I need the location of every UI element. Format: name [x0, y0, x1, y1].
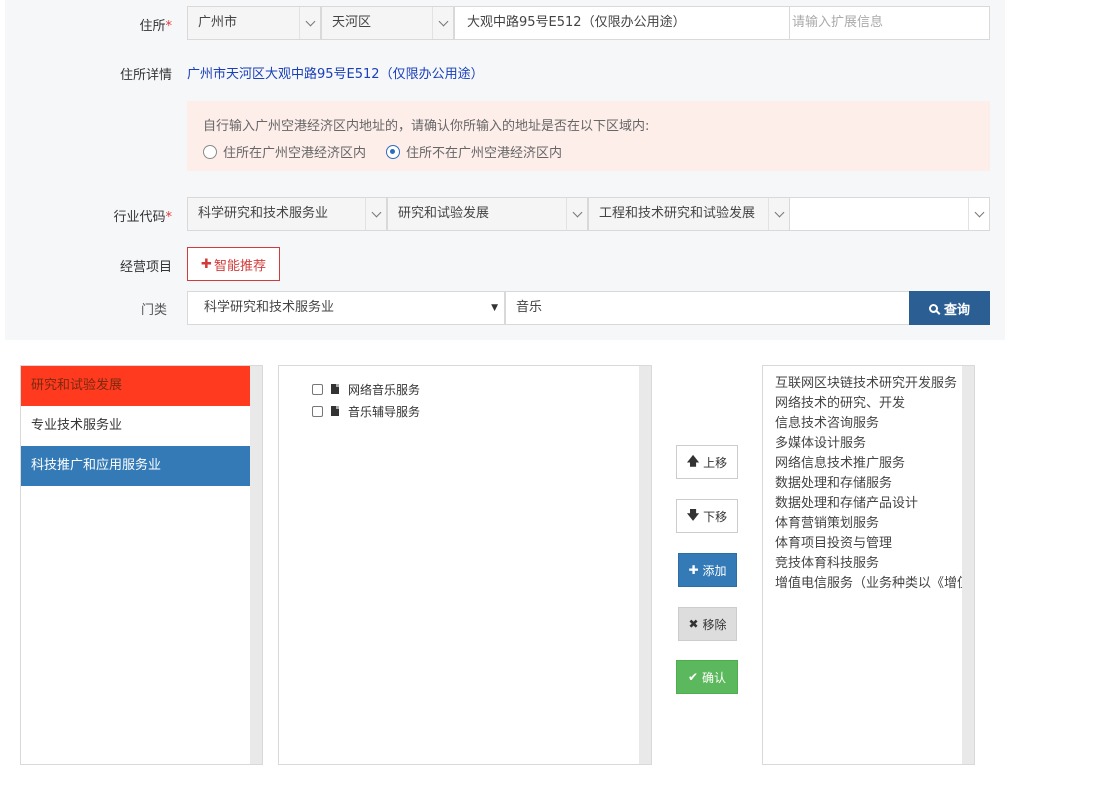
chevron-down-icon [365, 198, 386, 230]
district-select[interactable]: 天河区 [321, 6, 454, 40]
category-select[interactable]: 科学研究和技术服务业 ▼ [187, 291, 505, 325]
keyword-input[interactable]: 音乐 [505, 291, 910, 325]
add-button[interactable]: ✚ 添加 [678, 553, 737, 587]
airport-zone-notice: 自行输入广州空港经济区内地址的，请确认你所输入的地址是否在以下区域内: 住所在广… [187, 101, 990, 171]
file-icon [331, 406, 339, 416]
district-value: 天河区 [332, 15, 372, 30]
selected-item[interactable]: 数据处理和存储服务 [775, 474, 962, 494]
address-detail-value: 广州市天河区大观中路95号E512（仅限办公用途） [187, 67, 484, 82]
plus-icon: ✚ [201, 256, 212, 272]
search-button[interactable]: 查询 [909, 291, 990, 325]
search-results-panel: 网络音乐服务 音乐辅导服务 [278, 365, 652, 765]
industry-level1-value: 科学研究和技术服务业 [198, 206, 329, 221]
category-value: 科学研究和技术服务业 [204, 300, 335, 315]
category-item[interactable]: 科技推广和应用服务业 [21, 446, 250, 486]
industry-level2-value: 研究和试验发展 [398, 206, 490, 221]
address-detail-label: 住所详情 [119, 68, 172, 83]
result-item-label: 音乐辅导服务 [348, 404, 421, 419]
zone-radio-group: 住所在广州空港经济区内 住所不在广州空港经济区内 [203, 142, 990, 161]
selected-item[interactable]: 网络信息技术推广服务 [775, 454, 962, 474]
extension-placeholder: 请输入扩展信息 [792, 15, 884, 30]
street-value: 大观中路95号E512（仅限办公用途） [467, 15, 686, 30]
business-scope-label: 经营项目 [119, 260, 172, 275]
category-item[interactable]: 专业技术服务业 [21, 406, 250, 446]
city-value: 广州市 [198, 15, 238, 30]
radio-unchecked-icon [203, 144, 217, 159]
result-item-label: 网络音乐服务 [348, 382, 421, 397]
scrollbar[interactable] [250, 366, 262, 764]
smart-recommend-label: 智能推荐 [213, 258, 266, 274]
category-item[interactable]: 研究和试验发展 [21, 366, 250, 406]
industry-code-label: 行业代码* [113, 210, 172, 225]
street-input[interactable]: 大观中路95号E512（仅限办公用途） [454, 6, 790, 40]
chevron-down-icon [968, 198, 989, 230]
industry-level3-select[interactable]: 工程和技术研究和试验发展 [588, 197, 790, 231]
result-item[interactable]: 网络音乐服务 [312, 378, 651, 400]
search-button-label: 查询 [943, 302, 970, 318]
file-icon [331, 384, 339, 394]
radio-inside-label: 住所在广州空港经济区内 [223, 146, 367, 161]
result-item[interactable]: 音乐辅导服务 [312, 400, 651, 422]
radio-checked-icon [386, 144, 401, 159]
selected-item[interactable]: 体育项目投资与管理 [775, 534, 962, 554]
radio-outside-label: 住所不在广州空港经济区内 [406, 146, 563, 161]
selected-item[interactable]: 增值电信服务（业务种类以《增值电信业务经营许可证》载明内容为准） [775, 574, 962, 594]
category-label: 门类 [140, 303, 167, 318]
selected-items-panel: 互联网区块链技术研究开发服务 网络技术的研究、开发 信息技术咨询服务 多媒体设计… [762, 365, 975, 765]
selected-item[interactable]: 信息技术咨询服务 [775, 414, 962, 434]
selected-item[interactable]: 网络技术的研究、开发 [775, 394, 962, 414]
radio-outside-zone[interactable]: 住所不在广州空港经济区内 [386, 142, 562, 161]
arrow-down-icon: 🡇 [686, 507, 700, 522]
checkbox[interactable] [312, 405, 323, 417]
selected-item[interactable]: 数据处理和存储产品设计 [775, 494, 962, 514]
address-extension-input[interactable]: 请输入扩展信息 [789, 6, 990, 40]
confirm-button[interactable]: ✔ 确认 [676, 660, 738, 694]
radio-inside-zone[interactable]: 住所在广州空港经济区内 [203, 142, 366, 161]
scrollbar[interactable] [639, 366, 651, 764]
remove-button[interactable]: ✖ 移除 [678, 607, 737, 641]
plus-icon: ✚ [688, 563, 699, 577]
keyword-value: 音乐 [516, 300, 543, 315]
close-icon: ✖ [688, 617, 699, 631]
category-list-panel: 研究和试验发展 专业技术服务业 科技推广和应用服务业 [20, 365, 263, 765]
chevron-down-icon [768, 198, 789, 230]
selected-item[interactable]: 多媒体设计服务 [775, 434, 962, 454]
industry-level1-select[interactable]: 科学研究和技术服务业 [187, 197, 387, 231]
checkbox[interactable] [312, 383, 323, 395]
selected-item[interactable]: 互联网区块链技术研究开发服务 [775, 374, 962, 394]
industry-level3-value: 工程和技术研究和试验发展 [599, 206, 756, 221]
caret-down-icon: ▼ [491, 303, 498, 313]
move-up-button[interactable]: 🡅 上移 [676, 445, 738, 479]
check-icon: ✔ [687, 670, 699, 684]
industry-level4-select[interactable] [789, 197, 990, 231]
search-icon [928, 303, 938, 313]
selected-item[interactable]: 体育营销策划服务 [775, 514, 962, 534]
city-select[interactable]: 广州市 [187, 6, 321, 40]
arrow-up-icon: 🡅 [686, 453, 700, 468]
chevron-down-icon [299, 7, 320, 39]
move-down-button[interactable]: 🡇 下移 [676, 499, 738, 533]
chevron-down-icon [566, 198, 587, 230]
scrollbar[interactable] [962, 366, 974, 764]
notice-text: 自行输入广州空港经济区内地址的，请确认你所输入的地址是否在以下区域内: [203, 119, 650, 134]
smart-recommend-button[interactable]: ✚ 智能推荐 [187, 247, 280, 281]
selected-item[interactable]: 竞技体育科技服务 [775, 554, 962, 574]
address-label: 住所* [139, 19, 172, 34]
chevron-down-icon [432, 7, 453, 39]
industry-level2-select[interactable]: 研究和试验发展 [387, 197, 588, 231]
